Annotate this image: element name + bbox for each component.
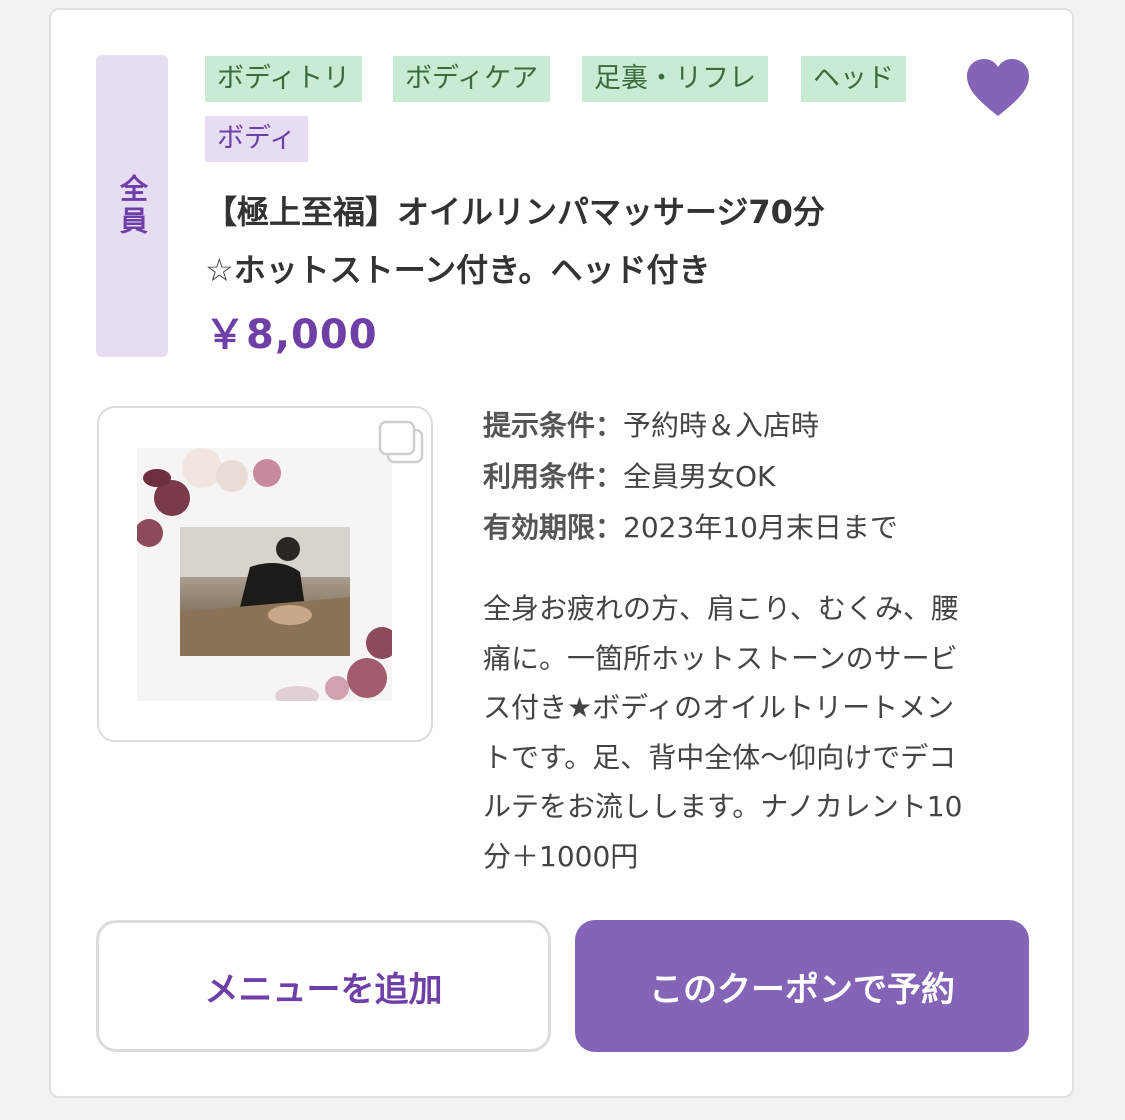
condition-present-value: 予約時＆入店時 bbox=[623, 409, 820, 442]
heart-icon[interactable] bbox=[965, 58, 1031, 118]
condition-usage-value: 全員男女OK bbox=[623, 460, 776, 493]
description-line: 分＋1000円 bbox=[483, 839, 639, 873]
coupon-title-line1: 【極上至福】オイルリンパマッサージ70分 bbox=[205, 193, 825, 231]
coupon-description: 全身お疲れの方、肩こり、むくみ、腰 痛に。一箇所ホットストーンのサービ ス付き★… bbox=[483, 584, 1023, 881]
description-line: トです。足、背中全体〜仰向けでデコ bbox=[483, 740, 957, 774]
coupon-price: ￥8,000 bbox=[205, 312, 378, 358]
condition-expiry: 有効期限：2023年10月末日まで bbox=[483, 508, 898, 548]
coupon-photo-scene bbox=[180, 527, 350, 656]
description-line: ス付き★ボディのオイルトリートメン bbox=[483, 691, 955, 724]
target-badge: 全員 bbox=[96, 55, 168, 357]
description-line: 痛に。一箇所ホットストーンのサービ bbox=[483, 641, 958, 675]
add-menu-button[interactable]: メニューを追加 bbox=[96, 920, 551, 1052]
tag-body: ボディ bbox=[205, 116, 309, 162]
tag-body-treatment: ボディトリ bbox=[205, 56, 363, 102]
tag-head: ヘッド bbox=[801, 56, 906, 102]
condition-usage-label: 利用条件： bbox=[483, 460, 624, 493]
coupon-title: 【極上至福】オイルリンパマッサージ70分 ☆ホットストーン付き。ヘッド付き bbox=[205, 183, 945, 299]
condition-present-label: 提示条件： bbox=[483, 409, 624, 442]
condition-expiry-value: 2023年10月末日まで bbox=[623, 511, 898, 544]
condition-expiry-label: 有効期限： bbox=[483, 511, 624, 544]
tag-body-care: ボディケア bbox=[393, 56, 551, 102]
multiple-images-icon bbox=[378, 420, 424, 464]
description-line: 全身お疲れの方、肩こり、むくみ、腰 bbox=[483, 592, 960, 625]
description-line: ルテをお流しします。ナノカレント10 bbox=[483, 790, 963, 823]
reserve-coupon-button[interactable]: このクーポンで予約 bbox=[575, 920, 1029, 1052]
condition-usage: 利用条件：全員男女OK bbox=[483, 457, 775, 497]
massage-scene bbox=[180, 527, 350, 656]
tag-foot-reflex: 足裏・リフレ bbox=[582, 56, 768, 102]
condition-present: 提示条件：予約時＆入店時 bbox=[483, 406, 819, 446]
coupon-title-line2: ☆ホットストーン付き。ヘッド付き bbox=[205, 251, 711, 289]
